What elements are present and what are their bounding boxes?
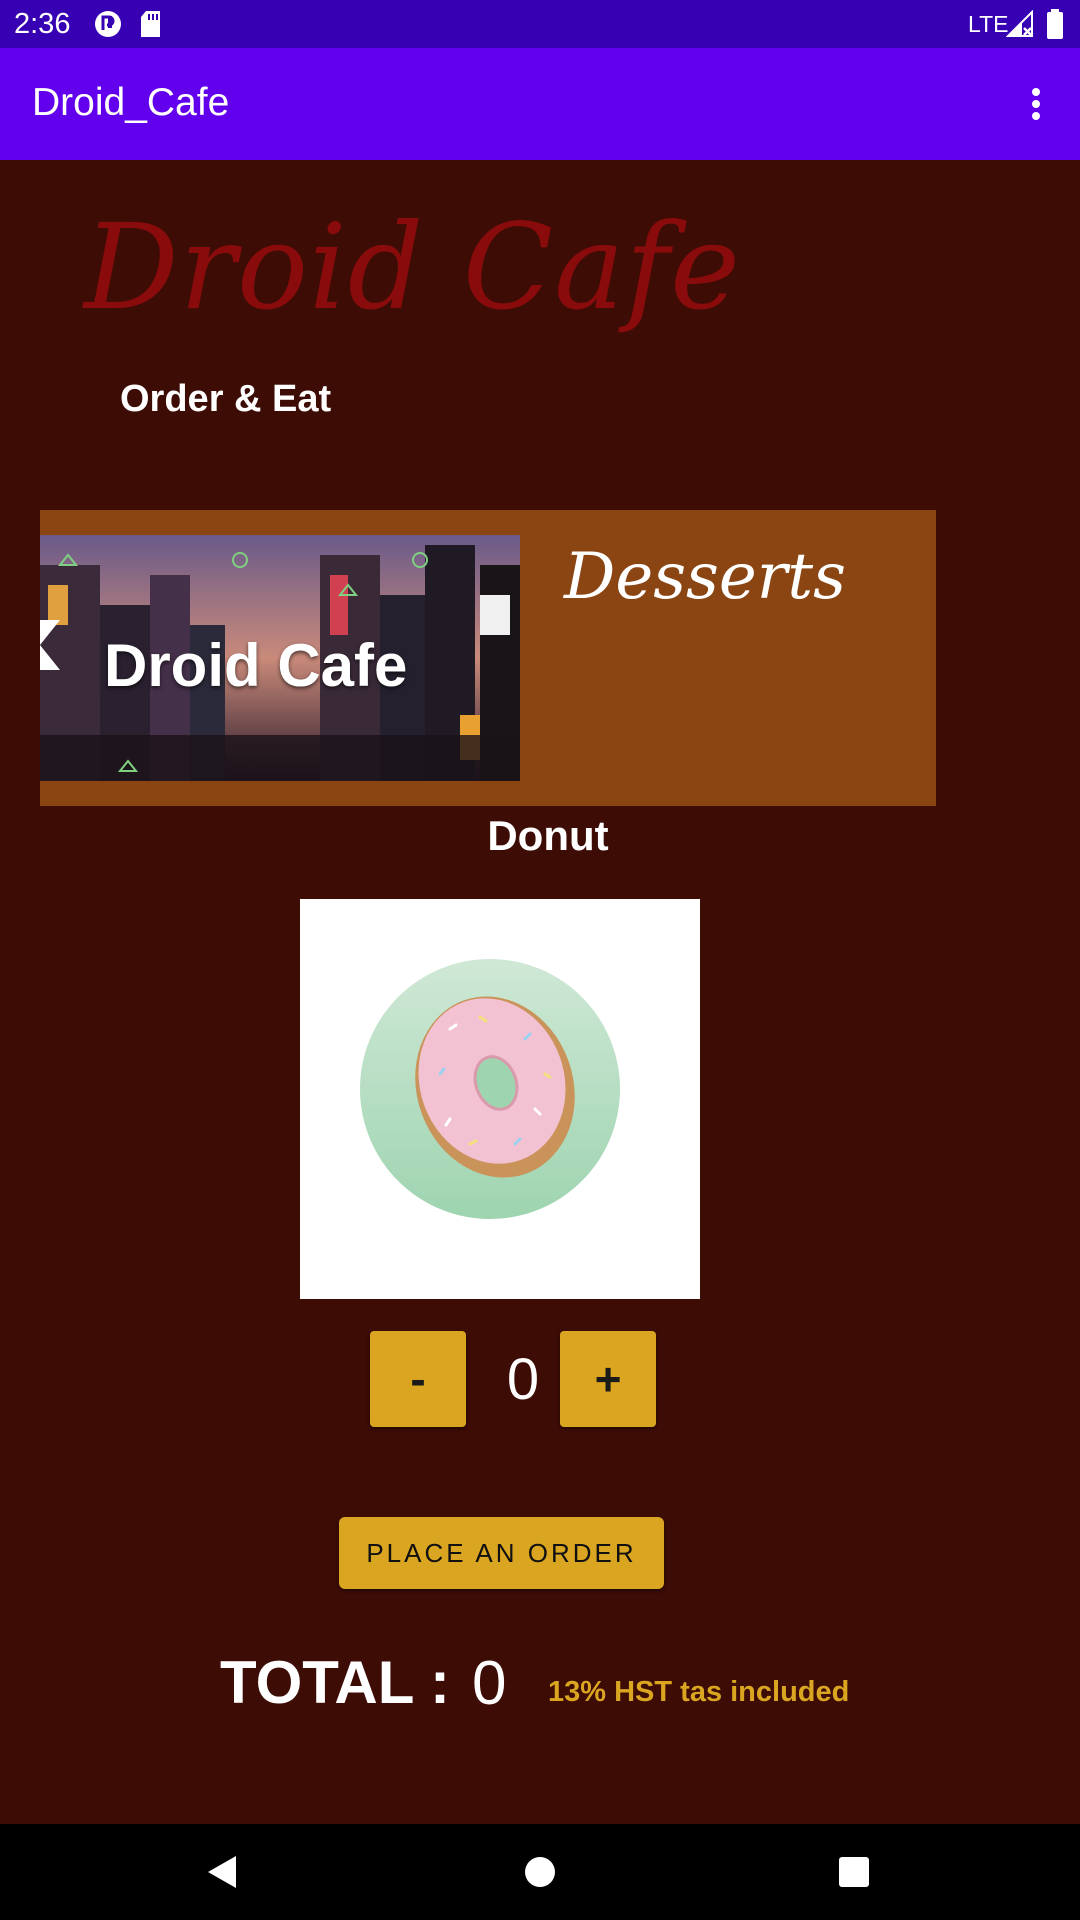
status-bar: 2:36 LTE [0, 0, 1080, 48]
brand-logo-text: Droid Cafe [84, 198, 741, 336]
more-vert-icon[interactable] [1020, 88, 1052, 120]
home-icon[interactable] [480, 1824, 600, 1920]
quantity-value: 0 [506, 1347, 540, 1412]
banner-text: Droid Cafe [104, 632, 408, 699]
signal-icon [1005, 9, 1034, 43]
status-time: 2:36 [14, 8, 71, 40]
category-title: Desserts [564, 540, 846, 614]
recents-icon[interactable] [794, 1824, 914, 1920]
total-value: 0 [472, 1649, 507, 1718]
app-title: Droid_Cafe [32, 81, 230, 124]
decrement-button[interactable]: - [370, 1331, 466, 1427]
category-card: Droid Cafe Desserts [40, 510, 936, 806]
item-name: Donut [487, 812, 609, 859]
network-type: LTE [968, 11, 1009, 37]
donut-image [300, 899, 700, 1299]
tax-note: 13% HST tas included [548, 1676, 850, 1708]
sd-card-icon [140, 10, 162, 43]
tagline: Order & Eat [120, 378, 332, 420]
total-label: TOTAL : [220, 1649, 450, 1716]
navigation-bar [0, 1824, 1080, 1920]
battery-icon [1046, 9, 1064, 44]
back-icon[interactable] [162, 1824, 282, 1920]
notification-app-icon [94, 10, 122, 43]
place-order-button[interactable]: PLACE AN ORDER [339, 1517, 664, 1589]
app-bar: Droid_Cafe [0, 48, 1080, 160]
increment-button[interactable]: + [560, 1331, 656, 1427]
category-banner-image: Droid Cafe [40, 535, 520, 781]
